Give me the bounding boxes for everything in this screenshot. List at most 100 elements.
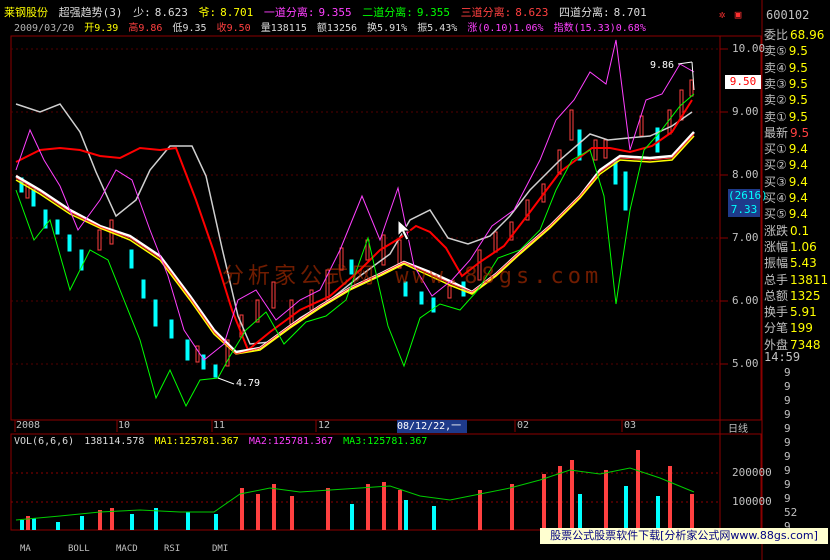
panel-row-value: 68.96 — [790, 28, 825, 42]
tick-item: 9 — [784, 450, 791, 463]
red-thin-ma — [15, 133, 695, 355]
panel-row-label: 总手 — [764, 272, 789, 287]
quote-change: 涨(0.10)1.06% — [467, 23, 544, 34]
si-label: 四道分离: — [559, 6, 610, 19]
quote-open: 开9.39 — [84, 23, 119, 34]
panel-row: 分笔 199 — [764, 319, 830, 335]
price-axis-6: 6.00 — [732, 294, 759, 307]
panel-row-label: 涨跌 — [764, 223, 789, 238]
panel-row-label: 买③ — [764, 174, 787, 189]
tab-ma[interactable]: MA — [20, 544, 68, 554]
price-axis-10: 10.00 — [732, 42, 766, 55]
panel-row-label: 委比 — [764, 28, 789, 42]
panel-row: 总手 13811 — [764, 271, 830, 287]
high-label: 9.86 — [650, 60, 675, 71]
panel-row-value: 9.4 — [788, 174, 808, 189]
header-row: 莱钢股份 超强趋势(3) 少: 8.623 爷: 8.701 一道分离: 9.355 … — [4, 6, 651, 20]
panel-row-value: 1.06 — [790, 239, 817, 254]
panel-row: 换手 5.91 — [764, 303, 830, 319]
panel-row-value: 5.91 — [790, 305, 817, 320]
panel-row-label: 买① — [764, 142, 787, 157]
quote-close: 收9.50 — [216, 23, 251, 34]
panel-row-label: 买④ — [764, 191, 787, 205]
yi-value: 9.355 — [318, 6, 352, 19]
price-axis-7: 7.00 — [732, 231, 759, 244]
ye-value: 8.701 — [220, 6, 254, 19]
panel-row-value: 0.1 — [790, 223, 810, 238]
panel-row-value: 13811 — [790, 272, 829, 287]
si-value: 8.701 — [613, 6, 647, 19]
cursor-count: (2616) — [728, 189, 768, 202]
panel-row-label: 振幅 — [764, 256, 789, 271]
vol-ma1: MA1:125781.367 — [154, 436, 239, 447]
panel-row-value: 9.4 — [788, 142, 808, 157]
tab-macd[interactable]: MACD — [116, 544, 164, 554]
cursor-date: 08/12/22,一 — [397, 420, 467, 433]
date-03: 03 — [624, 420, 637, 431]
panel-row-value: 199 — [790, 321, 813, 336]
stock-code: 600102 — [766, 8, 810, 22]
footer-ad[interactable]: 股票公式股票软件下载[分析家公式网www.88gs.com] — [540, 528, 828, 544]
gray-line — [15, 103, 693, 345]
panel-row-label: 卖④ — [764, 60, 787, 75]
indicator-tabs: MA BOLL MACD RSI DMI — [20, 544, 260, 554]
panel-row-label: 涨幅 — [764, 239, 789, 254]
ye-label: 爷: — [198, 6, 217, 19]
volume-ma-line — [15, 467, 695, 521]
panel-row-value: 9.5 — [788, 60, 808, 75]
shao-value: 8.623 — [154, 6, 188, 19]
tab-rsi[interactable]: RSI — [164, 544, 212, 554]
panel-row-label: 最新 — [764, 125, 789, 140]
quote-volume: 量138115 — [260, 23, 307, 34]
candles — [19, 79, 694, 378]
panel-row: 振幅 5.43 — [764, 254, 830, 270]
panel-row: 涨跌 0.1 — [764, 222, 830, 238]
price-gridlines — [11, 48, 720, 365]
period-label[interactable]: 日线 — [728, 420, 748, 435]
date-12: 12 — [318, 420, 331, 431]
tab-dmi[interactable]: DMI — [212, 544, 260, 554]
white-ma — [15, 131, 695, 354]
vol-axis-100000: 100000 — [732, 495, 772, 508]
tick-item: 9 — [784, 492, 791, 505]
magenta-line — [15, 39, 695, 361]
panel-row-value: 9.4 — [788, 191, 808, 205]
san-value: 8.623 — [515, 6, 549, 19]
panel-row-label: 卖⑤ — [764, 44, 787, 59]
er-value: 9.355 — [416, 6, 450, 19]
panel-row-label: 分笔 — [764, 321, 789, 336]
panel-row: 买② 9.4 — [764, 156, 830, 172]
quote-turnover: 换5.91% — [367, 23, 408, 34]
tab-boll[interactable]: BOLL — [68, 544, 116, 554]
quote-index: 指数(15.33)0.68% — [553, 23, 646, 34]
price-ticks — [720, 48, 728, 365]
tick-item: 9 — [784, 380, 791, 393]
panel-row-value: 9.5 — [788, 93, 808, 108]
red-line — [15, 99, 693, 352]
shao-label: 少: — [133, 6, 151, 19]
panel-row: 卖⑤ 9.5 — [764, 42, 830, 58]
san-label: 三道分离: — [460, 6, 512, 19]
cursor-price-box: (2616) 7.33 — [728, 189, 768, 217]
settings-icon[interactable]: ✲ — [716, 9, 728, 21]
vol-ma2: MA2:125781.367 — [248, 436, 334, 447]
indicator-name[interactable]: 超强趋势(3) — [59, 6, 123, 19]
date-10: 10 — [118, 420, 131, 431]
quote-low: 低9.35 — [172, 23, 207, 34]
window-restore-icon[interactable]: ▣ — [732, 9, 744, 21]
price-axis-5: 5.00 — [732, 357, 759, 370]
panel-row: 买③ 9.4 — [764, 173, 830, 189]
tick-item: 52 — [784, 506, 798, 519]
tick-item: 9 — [784, 436, 791, 449]
quote-date: 2009/03/20 — [14, 23, 75, 34]
vol-title[interactable]: VOL(6,6,6) — [14, 436, 74, 447]
vol-value: 138114.578 — [84, 436, 145, 447]
panel-row: 买⑤ 9.4 — [764, 205, 830, 221]
low-leader — [217, 377, 235, 385]
stock-name: 莱钢股份 — [4, 6, 48, 19]
panel-row-label: 卖③ — [764, 76, 787, 91]
vol-ma3: MA3:125781.367 — [343, 436, 428, 447]
tick-item: 9 — [784, 394, 791, 407]
panel-row-value: 9.4 — [788, 158, 808, 173]
panel-row-value: 9.5 — [788, 76, 808, 91]
